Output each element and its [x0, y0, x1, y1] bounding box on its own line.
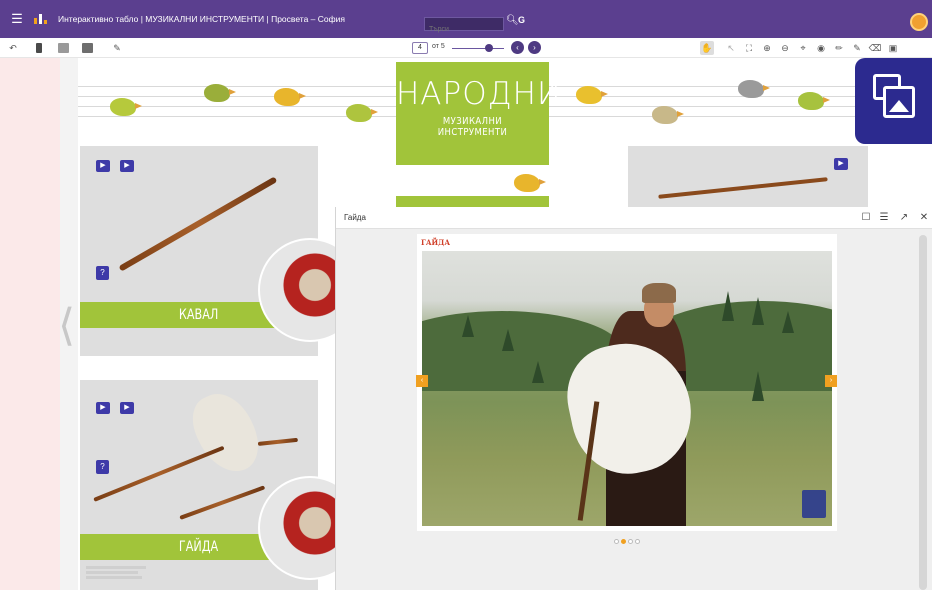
zoom-out-icon[interactable]: ⊖ — [778, 41, 792, 55]
bird-illustration — [514, 174, 546, 192]
staff-line — [78, 86, 396, 87]
prev-page-button[interactable]: ‹ — [511, 41, 524, 54]
info-button[interactable]: ? — [96, 460, 109, 474]
bird-illustration — [346, 104, 378, 122]
credits-text — [86, 566, 146, 579]
modal-title: Гайда — [344, 213, 366, 222]
app-title: Интерактивно табло | МУЗИКАЛНИ ИНСТРУМЕН… — [58, 14, 345, 24]
gadulka-bow — [658, 177, 828, 199]
tree — [462, 315, 474, 337]
close-icon[interactable]: ✕ — [918, 211, 930, 225]
user-avatar[interactable] — [910, 13, 928, 31]
spotlight-icon[interactable]: ◉ — [814, 41, 828, 55]
page-slider-handle[interactable] — [485, 44, 493, 52]
toolbar: ↶ ✎ 4 от 5 ‹ › ✋ ↖ ⛶ ⊕ ⊖ ⌖ ◉ ✏ ✎ ⌫ ▣ — [0, 38, 932, 58]
gaida-chanter — [179, 485, 266, 520]
fullscreen-icon[interactable]: ⛶ — [742, 41, 756, 55]
bird-illustration — [798, 92, 830, 110]
sound-button[interactable]: ▶ — [120, 160, 134, 172]
piper-hat — [642, 283, 676, 303]
crop-icon[interactable]: ⌖ — [796, 41, 810, 55]
highlighter-icon[interactable]: ✎ — [850, 41, 864, 55]
list-view-icon[interactable]: ☰ — [878, 211, 890, 225]
staff-line — [78, 96, 396, 97]
edit-icon[interactable]: ✎ — [110, 41, 124, 55]
eraser-icon[interactable]: ⌫ — [868, 41, 882, 55]
bird-illustration — [204, 84, 236, 102]
tree — [532, 361, 544, 383]
gaida-label: ГАЙДА — [179, 539, 219, 555]
left-margin — [0, 58, 60, 590]
pen-icon[interactable]: ✏ — [832, 41, 846, 55]
page-of-label: от 5 — [432, 43, 445, 50]
menu-icon[interactable]: ☰ — [6, 11, 28, 27]
tree — [502, 329, 514, 351]
gaida-blowpipe — [257, 437, 298, 446]
gaida-bag — [183, 384, 269, 482]
slide-frame: ГАЙДА — [417, 234, 837, 531]
bird-illustration — [274, 88, 306, 106]
gallery-icon[interactable] — [855, 58, 932, 144]
open-external-icon[interactable]: ↗ — [898, 211, 910, 225]
slide-dot[interactable] — [614, 539, 619, 544]
sound-button[interactable]: ▶ — [96, 160, 110, 172]
slide-dots — [614, 539, 640, 544]
gaida-player-photo-large — [422, 251, 832, 526]
page-number-input[interactable]: 4 — [412, 42, 428, 54]
app-logo — [30, 12, 52, 26]
info-button[interactable]: ? — [96, 266, 109, 280]
prev-slide-button[interactable]: ‹ — [416, 375, 428, 387]
sound-button[interactable]: ▶ — [96, 402, 110, 414]
poster-title-banner: НАРОДНИ МУЗИКАЛНИ ИНСТРУМЕНТИ — [396, 62, 562, 165]
bird-illustration — [738, 80, 770, 98]
modal-scrollbar[interactable] — [919, 235, 927, 590]
sound-button[interactable]: ▶ — [834, 158, 848, 170]
next-page-button[interactable]: › — [528, 41, 541, 54]
gadulka-card: ▶ — [628, 146, 868, 208]
tree — [752, 371, 764, 401]
slide-dot[interactable] — [635, 539, 640, 544]
search-box[interactable] — [424, 17, 504, 36]
slide-label: ГАЙДА — [421, 238, 451, 247]
kaval-instrument — [118, 176, 278, 272]
page-slider-track[interactable] — [452, 48, 504, 49]
search-icon[interactable]: 🔍︎ — [506, 15, 519, 26]
tree — [782, 311, 794, 333]
poster-title-sub: МУЗИКАЛНИ ИНСТРУМЕНТИ — [437, 116, 508, 138]
hand-tool-icon[interactable]: ✋ — [700, 41, 714, 55]
tree — [752, 297, 764, 325]
modal-header: Гайда ☐ ☰ ↗ ✕ — [336, 207, 932, 229]
bookmark-icon[interactable]: ☐ — [860, 211, 872, 225]
previous-spread-chevron-icon[interactable]: ⟨ — [58, 300, 75, 351]
slide-dot[interactable] — [628, 539, 633, 544]
poster-title-main: НАРОДНИ — [396, 76, 562, 112]
tree — [722, 291, 734, 321]
zoom-in-icon[interactable]: ⊕ — [760, 41, 774, 55]
undo-icon[interactable]: ↶ — [6, 41, 20, 55]
gallery-modal: Гайда ☐ ☰ ↗ ✕ ГАЙДА ‹ › — [335, 207, 932, 590]
bird-illustration — [576, 86, 608, 104]
sound-button[interactable]: ▶ — [120, 402, 134, 414]
pointer-icon[interactable]: ↖ — [724, 41, 738, 55]
save-icon[interactable]: ▣ — [886, 41, 900, 55]
publisher-logo — [802, 490, 826, 518]
gaida-drone — [93, 445, 225, 502]
next-slide-button[interactable]: › — [825, 375, 837, 387]
g-button[interactable]: G — [518, 15, 525, 25]
single-page-icon[interactable] — [36, 43, 42, 53]
search-input[interactable] — [425, 23, 503, 36]
double-page-icon[interactable] — [58, 43, 69, 53]
slide-dot-active[interactable] — [621, 539, 626, 544]
bird-illustration — [652, 106, 684, 124]
bird-illustration — [110, 98, 142, 116]
kaval-label: КАВАЛ — [179, 307, 219, 323]
spread-page-icon[interactable] — [82, 43, 93, 53]
